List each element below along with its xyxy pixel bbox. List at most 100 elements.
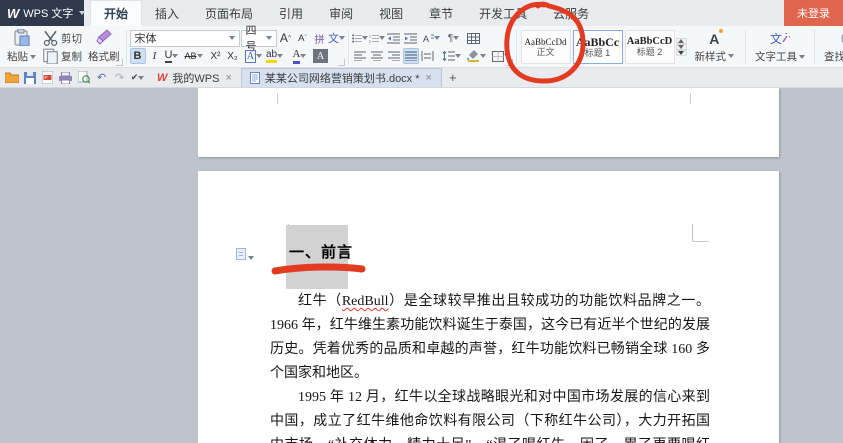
change-case-button[interactable]: 文	[329, 30, 345, 46]
redo-button[interactable]: ↷	[112, 70, 127, 85]
close-icon[interactable]: ×	[224, 72, 232, 84]
text-tool-button[interactable]: 文 文字工具	[747, 28, 813, 66]
login-button[interactable]: 未登录	[784, 0, 843, 26]
document-area[interactable]: 一、前言 红牛（RedBull）是全球较早推出且较成功的功能饮料品牌之一。196…	[0, 88, 843, 443]
character-border-button[interactable]: A	[246, 48, 262, 64]
tab-section[interactable]: 章节	[416, 0, 466, 26]
margin-mark	[277, 93, 278, 104]
app-menu[interactable]: W WPS 文字	[0, 0, 84, 26]
copy-icon	[42, 48, 59, 64]
new-style-button[interactable]: A 新样式	[687, 29, 743, 66]
para1-prefix: 红牛（	[298, 294, 342, 309]
gallery-more-icon	[678, 51, 684, 55]
undo-button[interactable]: ↶	[94, 70, 109, 85]
margin-mark	[690, 93, 691, 104]
page-current[interactable]: 一、前言 红牛（RedBull）是全球较早推出且较成功的功能饮料品牌之一。196…	[198, 171, 779, 443]
show-marks-button[interactable]: ¶	[443, 30, 465, 46]
character-shading-button[interactable]: A	[313, 48, 329, 64]
bold-button[interactable]: B	[130, 48, 146, 64]
print-preview-button[interactable]	[76, 70, 91, 85]
chevron-down-icon	[379, 36, 385, 40]
triangle-down-icon	[678, 45, 684, 49]
ribbon-tab-strip: 开始 插入 页面布局 引用 审阅 视图 章节 开发工具 云服务	[90, 0, 602, 26]
style-heading2[interactable]: AaBbCcD 标题 2	[625, 30, 675, 64]
cut-label: 剪切	[61, 31, 82, 46]
bullets-button[interactable]	[352, 30, 368, 46]
text-direction-button[interactable]: A	[420, 30, 442, 46]
style-heading1[interactable]: AaBbCc 标题 1	[573, 30, 623, 64]
clipboard-dialog-launcher-icon[interactable]	[116, 59, 123, 66]
chevron-down-icon	[79, 11, 85, 15]
highlight-color-button[interactable]: ab	[263, 48, 287, 64]
open-folder-button[interactable]	[4, 70, 19, 85]
underline-button[interactable]: U	[164, 48, 180, 64]
increase-indent-button[interactable]	[403, 30, 419, 46]
customize-toolbar-button[interactable]: ✔	[130, 70, 145, 85]
heading-text[interactable]: 一、前言	[289, 241, 353, 262]
paste-button[interactable]: 粘贴	[4, 28, 39, 66]
grow-font-button[interactable]: A^	[278, 30, 294, 46]
tab-developer[interactable]: 开发工具	[466, 0, 540, 26]
style-gallery-scroll	[676, 38, 687, 56]
font-color-button[interactable]: A	[288, 48, 312, 64]
chevron-down-icon	[248, 256, 254, 260]
tab-view[interactable]: 视图	[366, 0, 416, 26]
superscript-button[interactable]: X²	[208, 48, 224, 64]
home-tab-label: 我的WPS	[172, 70, 219, 86]
paragraph-2[interactable]: 1995 年 12 月，红牛以全球战略眼光和对中国市场发展的信心来到中国，成立了…	[270, 386, 710, 443]
italic-button[interactable]: I	[147, 48, 163, 64]
save-button[interactable]	[22, 70, 37, 85]
body-text[interactable]: 红牛（RedBull）是全球较早推出且较成功的功能饮料品牌之一。1966 年，红…	[270, 290, 710, 443]
tab-cloud[interactable]: 云服务	[540, 0, 602, 26]
style-options-button[interactable]	[236, 248, 254, 260]
home-tab[interactable]: W 我的WPS ×	[149, 68, 241, 87]
tab-references[interactable]: 引用	[266, 0, 316, 26]
print-button[interactable]	[58, 70, 73, 85]
paragraph-dialog-launcher-icon[interactable]	[506, 59, 513, 66]
align-center-button[interactable]	[369, 48, 385, 64]
text-direction-icon: A	[421, 33, 434, 44]
new-document-tab-button[interactable]: +	[442, 68, 464, 87]
font-size-select[interactable]: 四号	[241, 30, 277, 47]
align-right-button[interactable]	[386, 48, 402, 64]
chevron-down-icon	[277, 54, 283, 58]
font-family-select[interactable]: 宋体	[130, 30, 240, 47]
align-left-button[interactable]	[352, 48, 368, 64]
page-previous-bottom[interactable]	[198, 88, 779, 157]
chevron-down-icon	[339, 36, 345, 40]
ribbon: 粘贴 剪切 复制 格式刷 宋体	[0, 26, 843, 68]
cut-button[interactable]: 剪切	[39, 29, 85, 47]
tab-review[interactable]: 审阅	[316, 0, 366, 26]
chevron-down-icon	[30, 55, 36, 59]
paragraph-1[interactable]: 红牛（RedBull）是全球较早推出且较成功的功能饮料品牌之一。1966 年，红…	[270, 290, 710, 386]
font-dialog-launcher-icon[interactable]	[338, 59, 345, 66]
line-spacing-button[interactable]	[441, 48, 463, 64]
chevron-down-icon	[504, 54, 510, 58]
copy-button[interactable]: 复制	[39, 47, 85, 65]
app-title: WPS 文字	[23, 5, 73, 21]
shrink-font-button[interactable]: Aˇ	[295, 30, 311, 46]
borders-icon	[492, 51, 504, 62]
subscript-button[interactable]: X₂	[225, 48, 241, 64]
phonetic-guide-button[interactable]: 拼	[312, 30, 328, 46]
decrease-indent-button[interactable]	[386, 30, 402, 46]
align-right-icon	[388, 51, 400, 61]
chevron-down-icon	[256, 54, 262, 58]
pdf-icon: P	[42, 71, 53, 84]
gallery-more-button[interactable]	[676, 50, 687, 56]
distribute-button[interactable]	[420, 48, 436, 64]
strikethrough-button[interactable]: AB	[181, 48, 207, 64]
svg-text:1: 1	[369, 34, 371, 38]
document-tab[interactable]: 某某公司网络营销策划书.docx * ×	[241, 68, 442, 87]
style-normal[interactable]: AaBbCcDd 正文	[521, 30, 571, 64]
find-replace-button[interactable]: 查找替换	[816, 28, 843, 66]
tab-home[interactable]: 开始	[90, 0, 142, 26]
shading-button[interactable]	[464, 48, 488, 64]
distribute-icon	[421, 51, 434, 61]
tab-insert[interactable]: 插入	[142, 0, 192, 26]
insert-table-button[interactable]	[466, 30, 482, 46]
justify-button[interactable]	[403, 48, 419, 64]
close-icon[interactable]: ×	[425, 72, 433, 84]
export-pdf-button[interactable]: P	[40, 70, 55, 85]
numbering-button[interactable]: 12	[369, 30, 385, 46]
